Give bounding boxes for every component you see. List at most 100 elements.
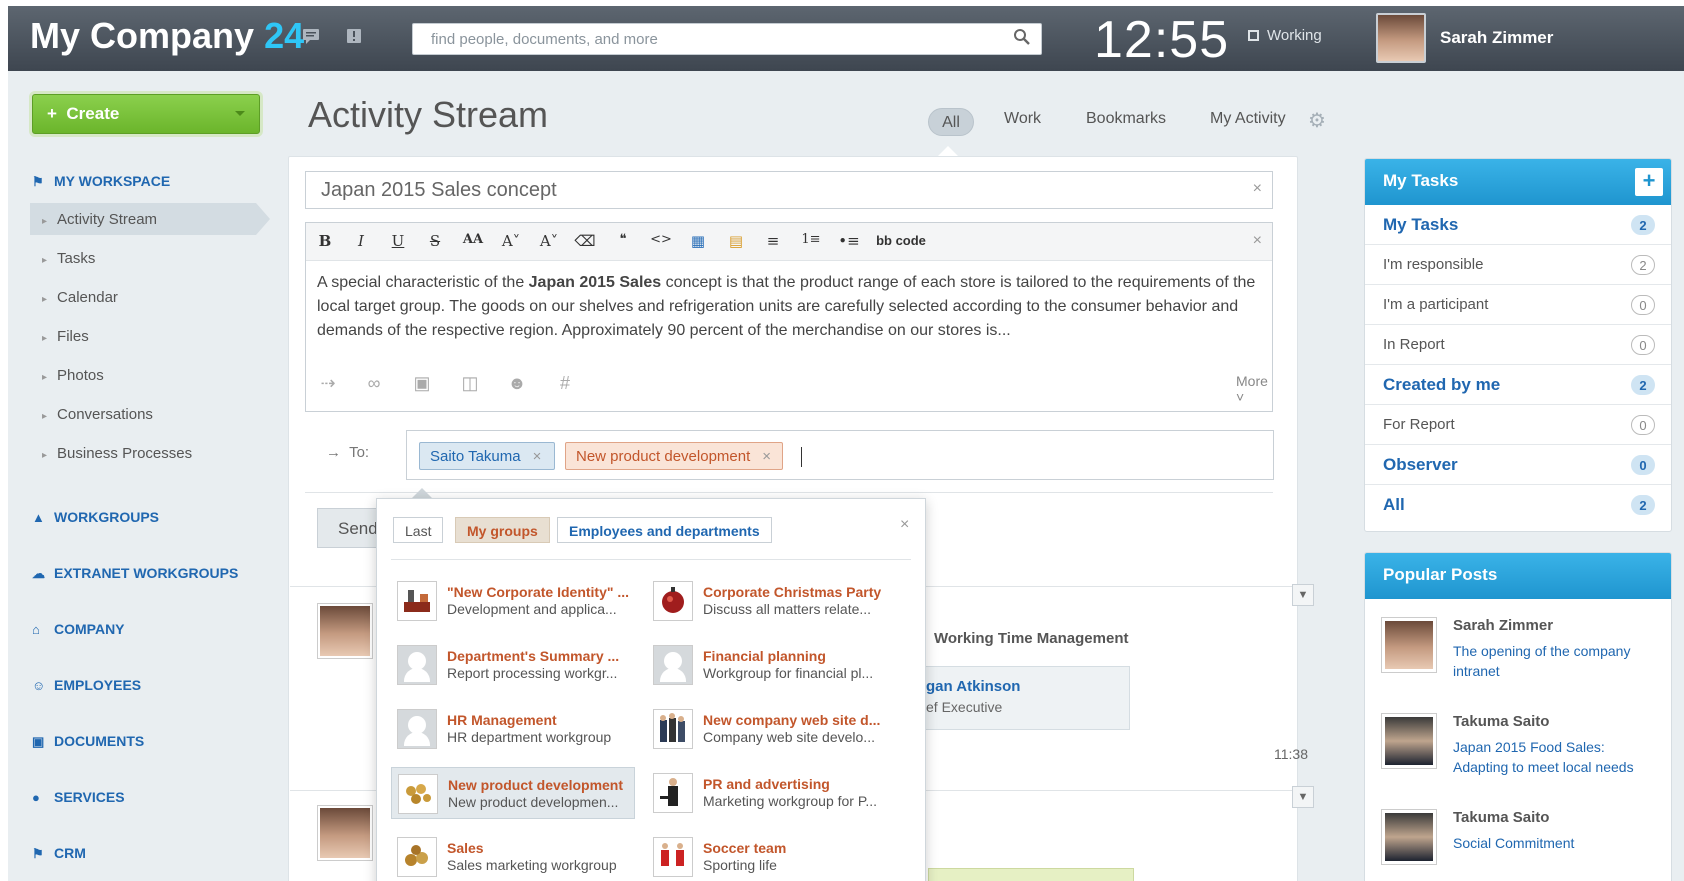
message-body[interactable]: A special characteristic of the Japan 20… (317, 271, 1267, 343)
chevron-down-icon[interactable]: ▼ (1292, 786, 1314, 808)
sidebar-section-crm[interactable]: ⚑ CRM (32, 845, 86, 862)
sidebar-item-tasks[interactable]: ▸ Tasks (42, 250, 95, 267)
remove-recipient-icon[interactable]: × (762, 448, 771, 465)
task-filter-created-by-me[interactable]: Created by me 2 (1365, 365, 1671, 405)
search-icon[interactable] (1013, 28, 1031, 51)
post-author[interactable]: Takuma Saito (1453, 713, 1549, 730)
post-author[interactable]: Takuma Saito (1453, 809, 1549, 826)
task-filter-my-tasks[interactable]: My Tasks 2 (1365, 205, 1671, 245)
task-filter-for-report[interactable]: For Report 0 (1365, 405, 1671, 445)
font-family-icon[interactable]: A˅ (538, 232, 560, 250)
sidebar-section-company[interactable]: ⌂ COMPANY (32, 621, 125, 637)
picker-tab-employees-departments[interactable]: Employees and departments (557, 517, 772, 543)
user-name[interactable]: Sarah Zimmer (1440, 28, 1553, 48)
task-filter-observer[interactable]: Observer 0 (1365, 445, 1671, 485)
recipients-field[interactable]: Saito Takuma × New product development × (406, 430, 1274, 480)
task-filter-participant[interactable]: I'm a participant 0 (1365, 285, 1671, 325)
numbered-list-icon[interactable]: 1≡ (800, 232, 822, 247)
hashtag-icon[interactable]: # (553, 373, 577, 394)
sidebar-item-files[interactable]: ▸ Files (42, 328, 89, 345)
popular-post[interactable]: Takuma Saito Social Commitment (1381, 809, 1661, 881)
post-link[interactable]: Japan 2015 Food Sales: Adapting to meet … (1453, 737, 1653, 777)
group-item[interactable]: Soccer team Sporting life (647, 831, 891, 881)
quote-icon[interactable]: ❝ (612, 232, 634, 247)
tab-work[interactable]: Work (1004, 110, 1041, 128)
sidebar-section-workgroups[interactable]: ▲ WORKGROUPS (32, 509, 159, 525)
group-item[interactable]: Financial planning Workgroup for financi… (647, 639, 891, 691)
sidebar-section-employees[interactable]: ☺ EMPLOYEES (32, 677, 141, 693)
group-item[interactable]: "New Corporate Identity" ... Development… (391, 575, 635, 627)
sidebar-item-activity-stream[interactable]: ▸ Activity Stream (42, 211, 157, 228)
bbcode-toggle[interactable]: bb code (876, 233, 926, 248)
notifications-icon[interactable] (346, 28, 366, 48)
bold-icon[interactable]: B (314, 232, 336, 250)
group-item[interactable]: Department's Summary ... Report processi… (391, 639, 635, 691)
font-size-icon[interactable]: A˅ (500, 232, 522, 250)
close-icon[interactable]: × (900, 516, 909, 534)
remove-recipient-icon[interactable]: × (533, 448, 542, 465)
close-icon[interactable]: × (1253, 180, 1262, 198)
bulleted-list-icon[interactable]: •≡ (838, 232, 860, 250)
sidebar-item-calendar[interactable]: ▸ Calendar (42, 289, 118, 306)
italic-icon[interactable]: I (350, 232, 372, 250)
group-item[interactable]: Sales Sales marketing workgroup (391, 831, 635, 881)
table-icon[interactable]: ▤ (725, 232, 747, 250)
popular-post[interactable]: Sarah Zimmer The opening of the company … (1381, 617, 1661, 697)
sidebar-section-extranet-workgroups[interactable]: ☁ EXTRANET WORKGROUPS (32, 565, 238, 582)
gear-icon[interactable]: ⚙ (1308, 108, 1326, 133)
message-editor[interactable]: B I U S AA A˅ A˅ ⌫ ❝ <> ▦ ▤ ≡ 1≡ •≡ bb c… (305, 222, 1273, 412)
link-icon[interactable]: ∞ (362, 373, 386, 394)
close-toolbar-icon[interactable]: × (1253, 232, 1262, 250)
task-filter-in-report[interactable]: In Report 0 (1365, 325, 1671, 365)
chat-icon[interactable] (302, 28, 322, 48)
group-item[interactable]: Corporate Christmas Party Discuss all ma… (647, 575, 891, 627)
feed-author-avatar[interactable] (318, 806, 372, 860)
group-item[interactable]: HR Management HR department workgroup (391, 703, 635, 755)
picker-tab-last[interactable]: Last (393, 517, 444, 543)
code-icon[interactable]: <> (650, 232, 672, 247)
mention-user-icon[interactable]: ☻ (505, 373, 529, 394)
align-icon[interactable]: ≡ (762, 232, 784, 250)
tab-all[interactable]: All (928, 108, 974, 136)
task-filter-all[interactable]: All 2 (1365, 485, 1671, 525)
search-input[interactable]: find people, documents, and more (412, 23, 1042, 55)
feed-item-title[interactable]: Working Time Management (934, 630, 1128, 647)
popular-post[interactable]: Takuma Saito Japan 2015 Food Sales: Adap… (1381, 713, 1661, 793)
post-link[interactable]: Social Commitment (1453, 833, 1653, 853)
post-title-input[interactable]: Japan 2015 Sales concept × (305, 171, 1273, 209)
post-link[interactable]: The opening of the company intranet (1453, 641, 1653, 681)
add-task-icon[interactable]: + (1635, 168, 1663, 196)
feed-card-name[interactable]: gan Atkinson (926, 678, 1020, 695)
recipient-chip-user[interactable]: Saito Takuma × (419, 442, 555, 470)
author-avatar[interactable] (1381, 617, 1437, 673)
user-avatar[interactable] (1376, 13, 1426, 63)
group-item[interactable]: PR and advertising Marketing workgroup f… (647, 767, 891, 819)
video-icon[interactable]: ◫ (458, 373, 482, 394)
sidebar-section-services[interactable]: ● SERVICES (32, 789, 125, 805)
image-icon[interactable]: ▣ (410, 373, 434, 394)
clock[interactable]: 12:55 (1094, 10, 1229, 70)
sidebar-item-photos[interactable]: ▸ Photos (42, 367, 104, 384)
task-filter-responsible[interactable]: I'm responsible 2 (1365, 245, 1671, 285)
attach-file-icon[interactable]: ⇢ (316, 373, 340, 394)
dropdown-arrow-icon[interactable] (235, 111, 245, 116)
chevron-down-icon[interactable]: ▼ (1292, 584, 1314, 606)
author-avatar[interactable] (1381, 809, 1437, 865)
picker-tab-my-groups[interactable]: My groups (455, 517, 550, 543)
sidebar-item-business-processes[interactable]: ▸ Business Processes (42, 445, 192, 462)
feed-author-avatar[interactable] (318, 604, 372, 658)
work-status[interactable]: Working (1248, 27, 1322, 44)
create-button[interactable]: + Create (32, 94, 260, 134)
insert-image-icon[interactable]: ▦ (687, 232, 709, 250)
group-item-selected[interactable]: New product development New product deve… (391, 767, 635, 819)
underline-icon[interactable]: U (387, 232, 409, 250)
eraser-icon[interactable]: ⌫ (574, 232, 596, 250)
recipient-chip-group[interactable]: New product development × (565, 442, 783, 470)
my-workspace-heading[interactable]: ⚑ MY WORKSPACE (32, 173, 170, 190)
company-logo[interactable]: My Company 24 (30, 15, 304, 57)
feed-user-card[interactable] (918, 666, 1130, 730)
group-item[interactable]: New company web site d... Company web si… (647, 703, 891, 755)
strikethrough-icon[interactable]: S (424, 232, 446, 250)
author-avatar[interactable] (1381, 713, 1437, 769)
post-author[interactable]: Sarah Zimmer (1453, 617, 1553, 634)
